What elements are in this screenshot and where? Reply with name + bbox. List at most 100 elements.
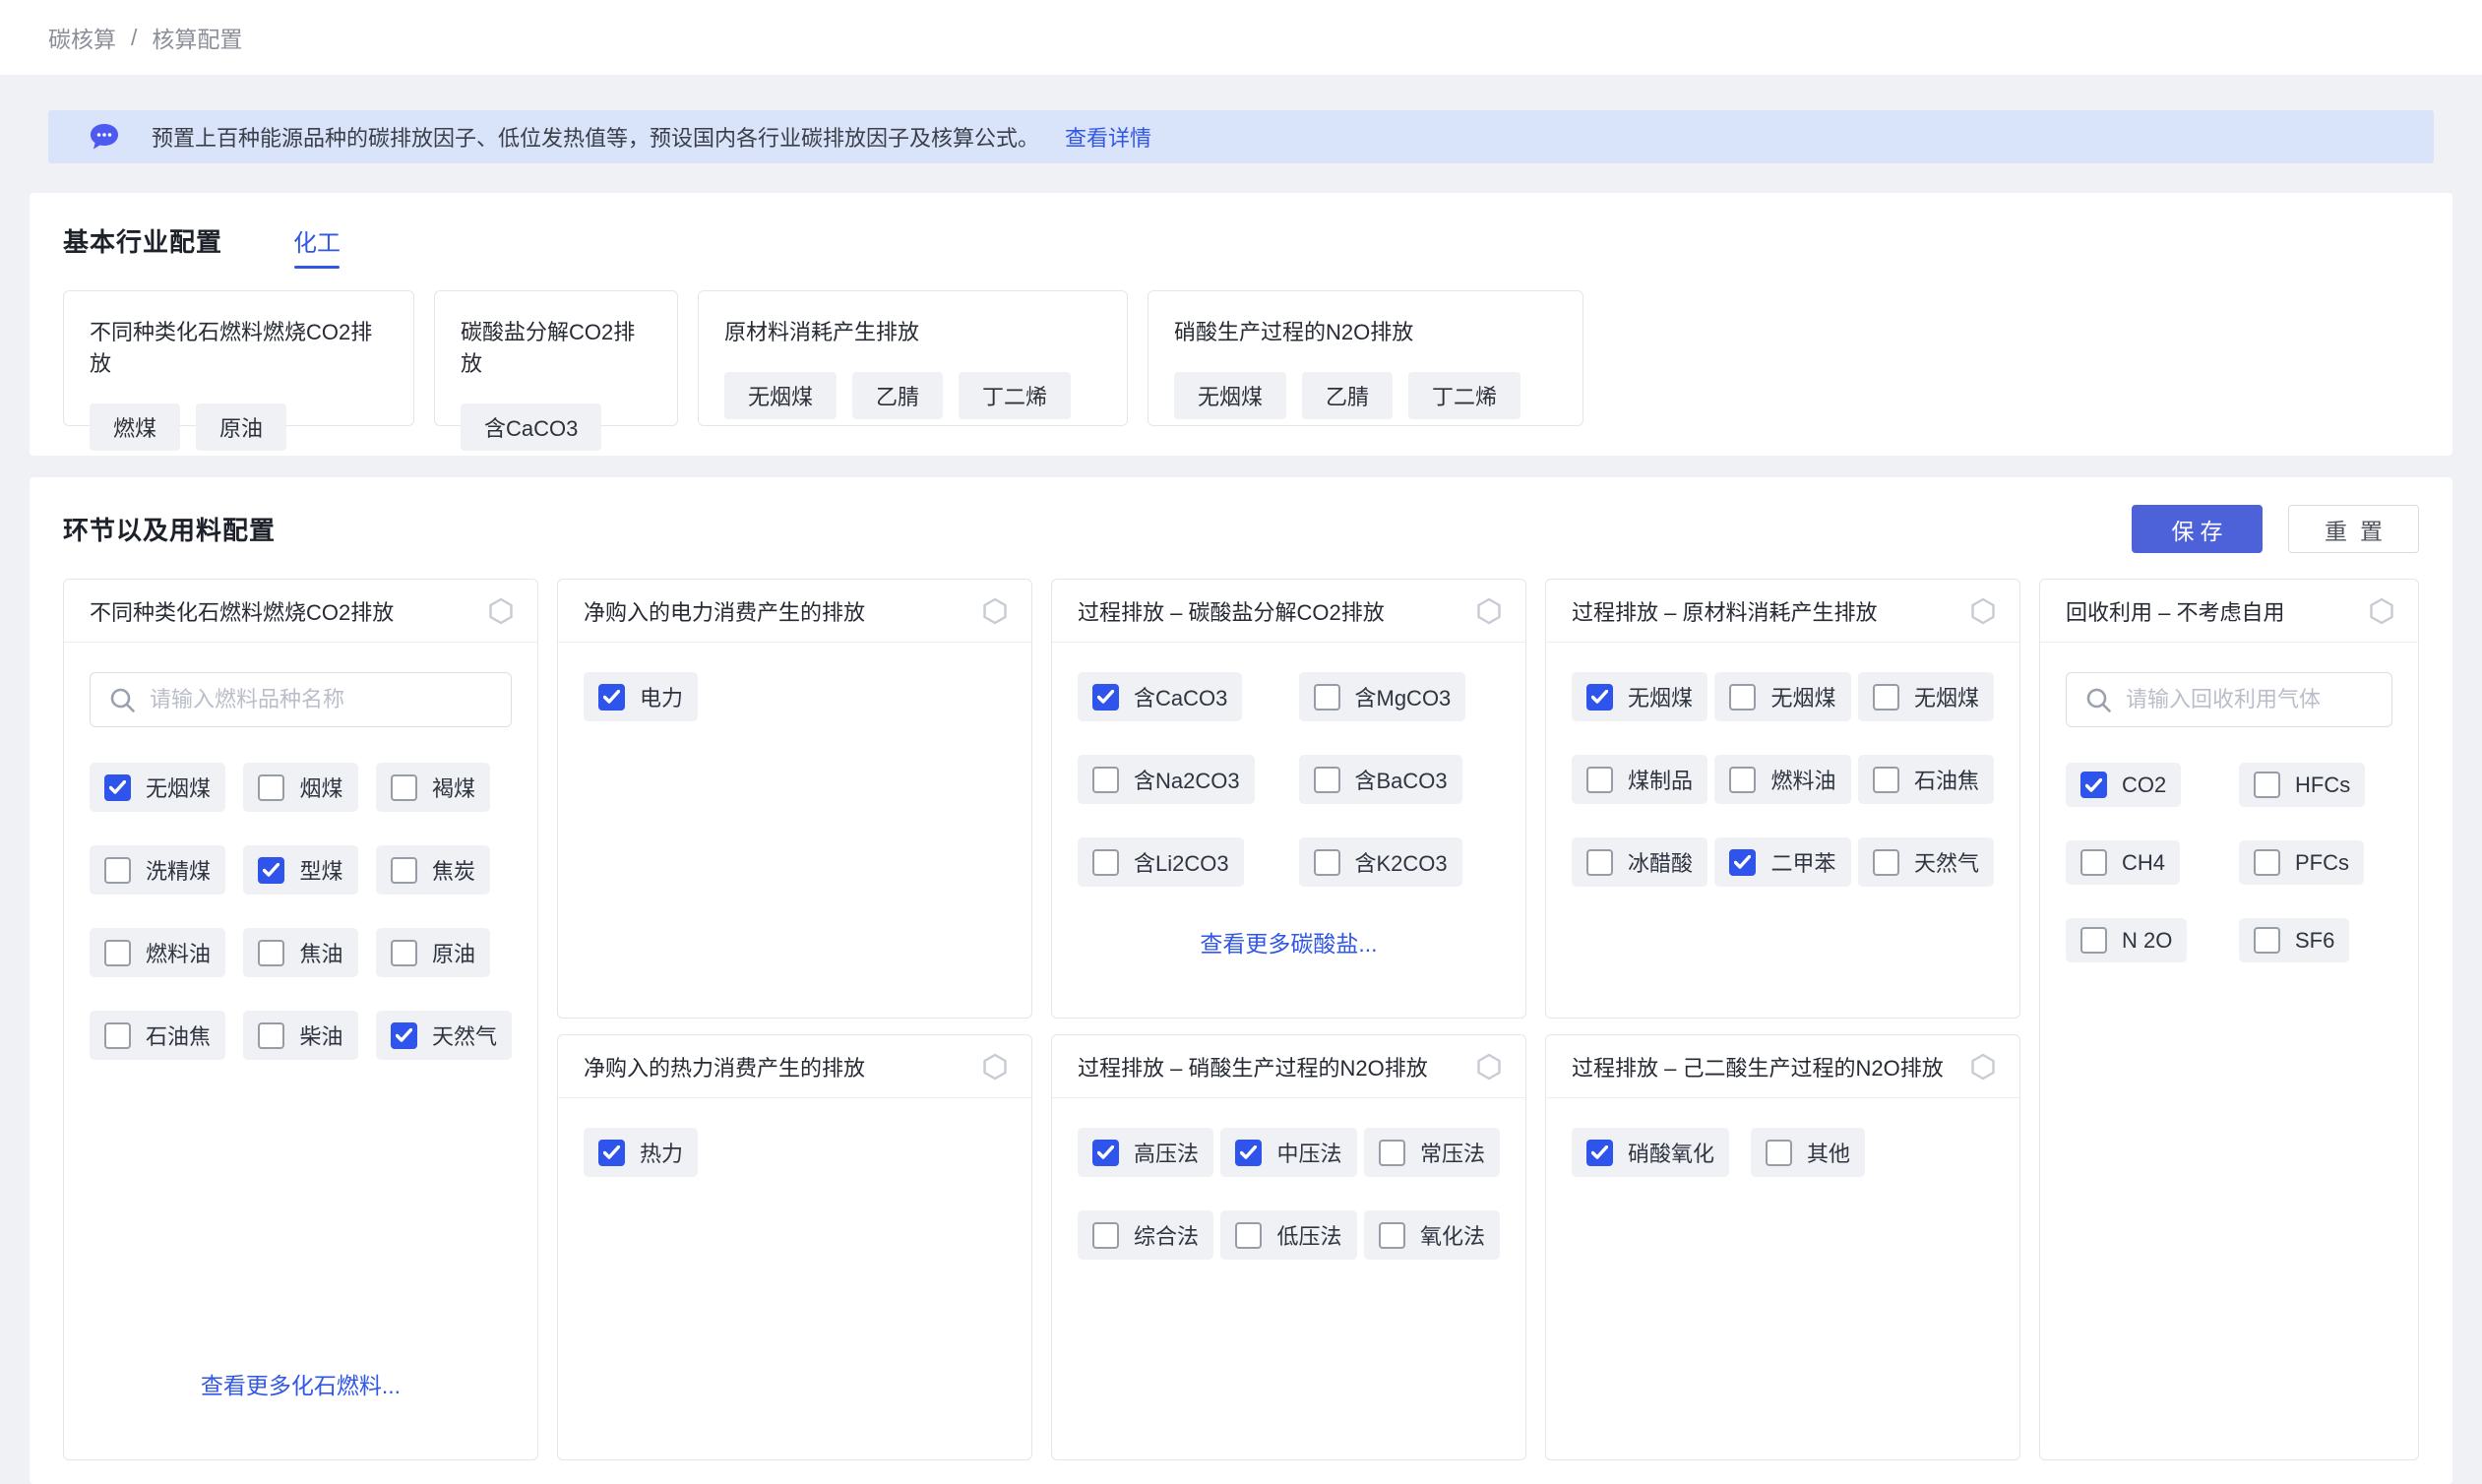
checkbox-item[interactable]: 无烟煤 <box>90 763 225 812</box>
checkbox-checked[interactable] <box>1092 1140 1119 1166</box>
checkbox-checked[interactable] <box>2080 772 2107 798</box>
checkbox-item[interactable]: 含Li2CO3 <box>1078 837 1244 887</box>
hexagon-icon[interactable] <box>1476 1053 1502 1081</box>
checkbox-item[interactable]: 石油焦 <box>1858 755 1994 804</box>
checkbox-unchecked[interactable] <box>1873 767 1899 793</box>
checkbox-unchecked[interactable] <box>1766 1140 1792 1166</box>
checkbox-unchecked[interactable] <box>1314 767 1340 793</box>
checkbox-item[interactable]: 综合法 <box>1078 1210 1213 1260</box>
checkbox-item[interactable]: 型煤 <box>243 845 357 895</box>
checkbox-checked[interactable] <box>391 1022 417 1049</box>
checkbox-item[interactable]: 褐煤 <box>376 763 490 812</box>
checkbox-checked[interactable] <box>1586 1140 1613 1166</box>
checkbox-item[interactable]: 冰醋酸 <box>1572 837 1707 887</box>
checkbox-unchecked[interactable] <box>391 857 417 884</box>
checkbox-item[interactable]: 氧化法 <box>1364 1210 1500 1260</box>
checkbox-unchecked[interactable] <box>104 1022 131 1049</box>
checkbox-item[interactable]: 常压法 <box>1364 1128 1500 1177</box>
hexagon-icon[interactable] <box>2369 597 2394 625</box>
checkbox-item[interactable]: 天然气 <box>376 1011 512 1060</box>
checkbox-item[interactable]: 天然气 <box>1858 837 1994 887</box>
checkbox-unchecked[interactable] <box>258 1022 284 1049</box>
checkbox-item[interactable]: 焦油 <box>243 928 357 977</box>
hexagon-icon[interactable] <box>1970 1053 1996 1081</box>
hexagon-icon[interactable] <box>1970 597 1996 625</box>
checkbox-item[interactable]: 热力 <box>584 1128 698 1177</box>
checkbox-checked[interactable] <box>598 684 625 711</box>
checkbox-item[interactable]: 烟煤 <box>243 763 357 812</box>
checkbox-unchecked[interactable] <box>104 857 131 884</box>
checkbox-checked[interactable] <box>1092 684 1119 711</box>
checkbox-unchecked[interactable] <box>104 940 131 966</box>
checkbox-item[interactable]: 含CaCO3 <box>1078 672 1242 721</box>
view-more-link[interactable]: 查看更多化石燃料... <box>90 1351 512 1436</box>
checkbox-unchecked[interactable] <box>2080 927 2107 954</box>
checkbox-item[interactable]: 二甲苯 <box>1714 837 1850 887</box>
checkbox-item[interactable]: 硝酸氧化 <box>1572 1128 1729 1177</box>
tab-chemical-industry[interactable]: 化工 <box>293 223 341 258</box>
checkbox-item[interactable]: SF6 <box>2239 918 2349 962</box>
checkbox-item[interactable]: 无烟煤 <box>1858 672 1994 721</box>
hexagon-icon[interactable] <box>982 597 1008 625</box>
checkbox-checked[interactable] <box>104 774 131 801</box>
checkbox-unchecked[interactable] <box>1092 767 1119 793</box>
checkbox-checked[interactable] <box>1729 849 1756 876</box>
checkbox-item[interactable]: CO2 <box>2066 763 2181 807</box>
checkbox-unchecked[interactable] <box>1729 767 1756 793</box>
checkbox-checked[interactable] <box>1586 684 1613 711</box>
checkbox-item[interactable]: 含MgCO3 <box>1299 672 1466 721</box>
checkbox-item[interactable]: 中压法 <box>1220 1128 1356 1177</box>
checkbox-unchecked[interactable] <box>258 940 284 966</box>
checkbox-unchecked[interactable] <box>1314 684 1340 711</box>
hexagon-icon[interactable] <box>982 1053 1008 1081</box>
checkbox-item[interactable]: 石油焦 <box>90 1011 225 1060</box>
checkbox-unchecked[interactable] <box>391 774 417 801</box>
checkbox-unchecked[interactable] <box>1873 849 1899 876</box>
search-input[interactable] <box>90 672 512 727</box>
checkbox-unchecked[interactable] <box>2254 849 2280 876</box>
checkbox-item[interactable]: 无烟煤 <box>1714 672 1850 721</box>
checkbox-item[interactable]: 低压法 <box>1220 1210 1356 1260</box>
view-more-link[interactable]: 查看更多碳酸盐... <box>1078 909 1500 994</box>
checkbox-item[interactable]: 原油 <box>376 928 490 977</box>
checkbox-unchecked[interactable] <box>258 774 284 801</box>
checkbox-unchecked[interactable] <box>1235 1222 1262 1249</box>
checkbox-unchecked[interactable] <box>1092 849 1119 876</box>
checkbox-item[interactable]: 燃料油 <box>90 928 225 977</box>
checkbox-item[interactable]: 煤制品 <box>1572 755 1707 804</box>
banner-detail-link[interactable]: 查看详情 <box>1065 121 1151 153</box>
hexagon-icon[interactable] <box>1476 597 1502 625</box>
checkbox-item[interactable]: 含Na2CO3 <box>1078 755 1255 804</box>
checkbox-item[interactable]: 含BaCO3 <box>1299 755 1462 804</box>
checkbox-unchecked[interactable] <box>1586 767 1613 793</box>
search-input[interactable] <box>2066 672 2392 727</box>
reset-button[interactable]: 重置 <box>2288 505 2419 553</box>
checkbox-item[interactable]: CH4 <box>2066 840 2180 885</box>
checkbox-unchecked[interactable] <box>1314 849 1340 876</box>
checkbox-item[interactable]: 焦炭 <box>376 845 490 895</box>
save-button[interactable]: 保存 <box>2132 505 2263 553</box>
checkbox-unchecked[interactable] <box>1379 1222 1405 1249</box>
checkbox-item[interactable]: 柴油 <box>243 1011 357 1060</box>
checkbox-item[interactable]: 电力 <box>584 672 698 721</box>
checkbox-checked[interactable] <box>598 1140 625 1166</box>
checkbox-item[interactable]: 高压法 <box>1078 1128 1213 1177</box>
checkbox-item[interactable]: 含K2CO3 <box>1299 837 1462 887</box>
checkbox-unchecked[interactable] <box>391 940 417 966</box>
checkbox-checked[interactable] <box>1235 1140 1262 1166</box>
checkbox-item[interactable]: 燃料油 <box>1714 755 1850 804</box>
checkbox-unchecked[interactable] <box>2254 927 2280 954</box>
checkbox-unchecked[interactable] <box>1379 1140 1405 1166</box>
checkbox-item[interactable]: 洗精煤 <box>90 845 225 895</box>
checkbox-unchecked[interactable] <box>2254 772 2280 798</box>
checkbox-item[interactable]: PFCs <box>2239 840 2364 885</box>
checkbox-unchecked[interactable] <box>2080 849 2107 876</box>
checkbox-item[interactable]: HFCs <box>2239 763 2365 807</box>
checkbox-item[interactable]: 其他 <box>1751 1128 1865 1177</box>
checkbox-item[interactable]: N 2O <box>2066 918 2187 962</box>
checkbox-unchecked[interactable] <box>1092 1222 1119 1249</box>
checkbox-unchecked[interactable] <box>1729 684 1756 711</box>
checkbox-unchecked[interactable] <box>1873 684 1899 711</box>
breadcrumb-item-parent[interactable]: 碳核算 <box>48 21 116 54</box>
hexagon-icon[interactable] <box>488 597 514 625</box>
